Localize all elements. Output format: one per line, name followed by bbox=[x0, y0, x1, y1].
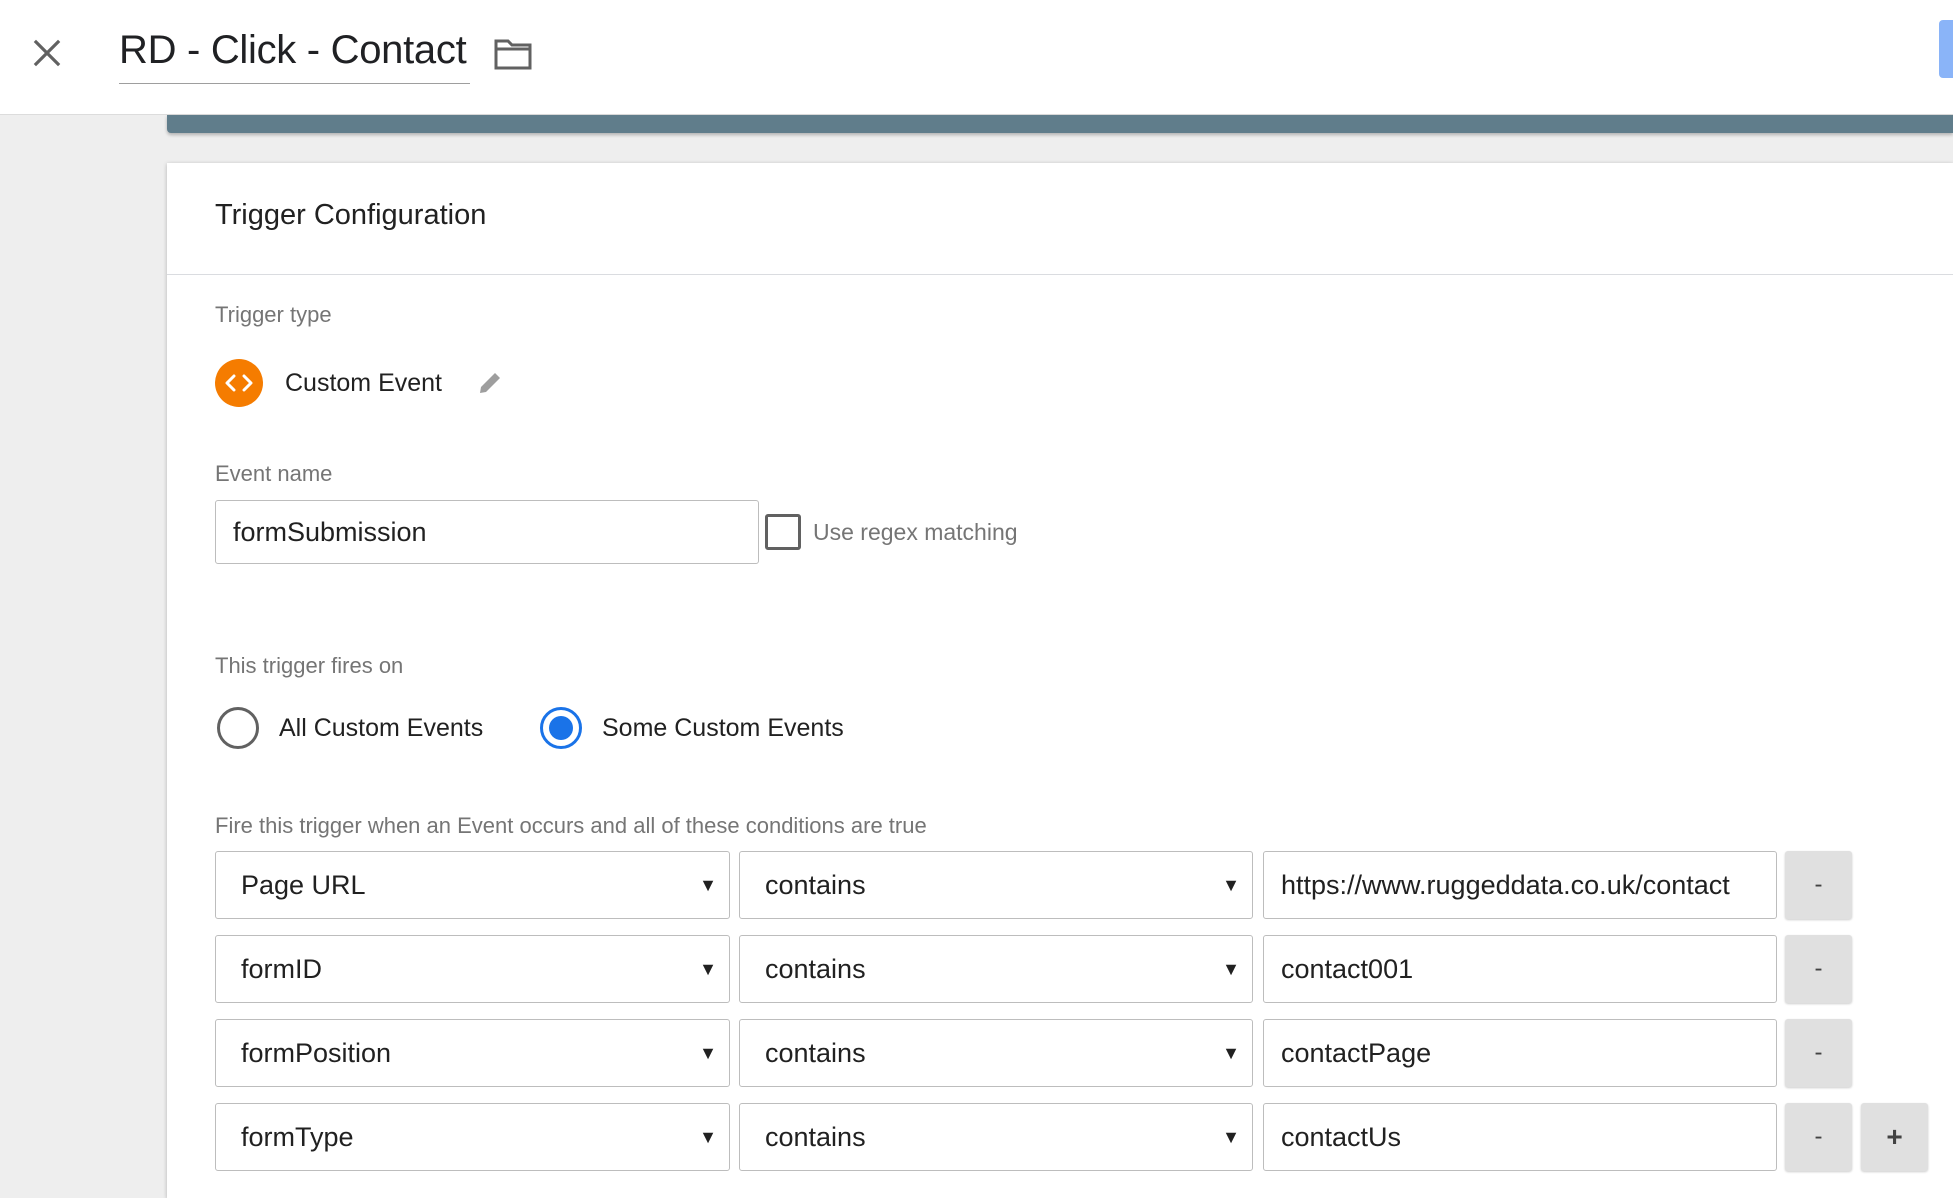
add-condition-button[interactable]: + bbox=[1861, 1103, 1928, 1171]
trigger-type-label: Trigger type bbox=[215, 302, 332, 327]
operator-select[interactable]: contains ▼ bbox=[739, 935, 1253, 1003]
operator-value: contains bbox=[765, 1122, 866, 1152]
variable-value: Page URL bbox=[241, 870, 366, 900]
condition-row: Page URL ▼ contains ▼ - bbox=[215, 851, 1935, 919]
condition-value-input[interactable] bbox=[1263, 935, 1777, 1003]
card-header: Trigger Configuration bbox=[167, 163, 1953, 275]
pencil-icon bbox=[480, 373, 501, 393]
remove-condition-button[interactable]: - bbox=[1785, 851, 1852, 919]
edit-trigger-type-button[interactable] bbox=[474, 367, 506, 399]
operator-select[interactable]: contains ▼ bbox=[739, 1103, 1253, 1171]
dropdown-arrow-icon: ▼ bbox=[699, 959, 717, 979]
regex-label: Use regex matching bbox=[813, 518, 1018, 545]
condition-value-input[interactable] bbox=[1263, 1103, 1777, 1171]
dropdown-arrow-icon: ▼ bbox=[699, 875, 717, 895]
regex-checkbox[interactable]: Use regex matching bbox=[765, 513, 1018, 551]
folder-button[interactable] bbox=[490, 32, 536, 76]
operator-select[interactable]: contains ▼ bbox=[739, 851, 1253, 919]
radio-label: Some Custom Events bbox=[602, 713, 844, 742]
remove-condition-button[interactable]: - bbox=[1785, 1103, 1852, 1171]
remove-condition-button[interactable]: - bbox=[1785, 1019, 1852, 1087]
checkbox-box[interactable] bbox=[765, 514, 801, 550]
condition-row: formID ▼ contains ▼ - bbox=[215, 935, 1935, 1003]
operator-value: contains bbox=[765, 870, 866, 900]
close-icon bbox=[33, 39, 61, 67]
operator-value: contains bbox=[765, 954, 866, 984]
variable-select[interactable]: Page URL ▼ bbox=[215, 851, 730, 919]
radio-all-custom-events[interactable]: All Custom Events bbox=[217, 706, 483, 750]
close-button[interactable] bbox=[22, 28, 72, 78]
condition-value-input[interactable] bbox=[1263, 851, 1777, 919]
radio-button[interactable] bbox=[540, 707, 582, 749]
variable-value: formID bbox=[241, 954, 322, 984]
code-brackets-icon bbox=[215, 359, 263, 407]
top-bar: RD - Click - Contact bbox=[0, 0, 1953, 115]
event-name-label: Event name bbox=[215, 461, 333, 486]
condition-row: formType ▼ contains ▼ - + bbox=[215, 1103, 1935, 1171]
variable-select[interactable]: formType ▼ bbox=[215, 1103, 730, 1171]
dropdown-arrow-icon: ▼ bbox=[1222, 1127, 1240, 1147]
dropdown-arrow-icon: ▼ bbox=[1222, 1043, 1240, 1063]
conditions-label: Fire this trigger when an Event occurs a… bbox=[215, 813, 927, 838]
save-button[interactable] bbox=[1939, 20, 1953, 78]
radio-label: All Custom Events bbox=[279, 713, 484, 742]
trigger-type-name: Custom Event bbox=[285, 368, 443, 397]
card-title: Trigger Configuration bbox=[215, 199, 487, 231]
tag-configuration-strip bbox=[167, 115, 1953, 133]
variable-value: formType bbox=[241, 1122, 354, 1152]
condition-row: formPosition ▼ contains ▼ - bbox=[215, 1019, 1935, 1087]
dropdown-arrow-icon: ▼ bbox=[699, 1127, 717, 1147]
dropdown-arrow-icon: ▼ bbox=[1222, 875, 1240, 895]
variable-select[interactable]: formID ▼ bbox=[215, 935, 730, 1003]
trigger-configuration-card: Trigger Configuration Trigger type Custo… bbox=[167, 163, 1953, 1198]
folder-icon bbox=[494, 39, 532, 70]
operator-select[interactable]: contains ▼ bbox=[739, 1019, 1253, 1087]
event-name-input[interactable] bbox=[215, 500, 759, 564]
variable-select[interactable]: formPosition ▼ bbox=[215, 1019, 730, 1087]
radio-button[interactable] bbox=[217, 707, 259, 749]
dropdown-arrow-icon: ▼ bbox=[1222, 959, 1240, 979]
radio-dot bbox=[549, 716, 573, 740]
operator-value: contains bbox=[765, 1038, 866, 1068]
dropdown-arrow-icon: ▼ bbox=[699, 1043, 717, 1063]
condition-value-input[interactable] bbox=[1263, 1019, 1777, 1087]
trigger-name-field[interactable]: RD - Click - Contact bbox=[119, 24, 471, 84]
remove-condition-button[interactable]: - bbox=[1785, 935, 1852, 1003]
radio-some-custom-events[interactable]: Some Custom Events bbox=[540, 706, 844, 750]
fires-on-label: This trigger fires on bbox=[215, 653, 404, 678]
trigger-type-row: Custom Event bbox=[215, 359, 506, 407]
variable-value: formPosition bbox=[241, 1038, 392, 1068]
